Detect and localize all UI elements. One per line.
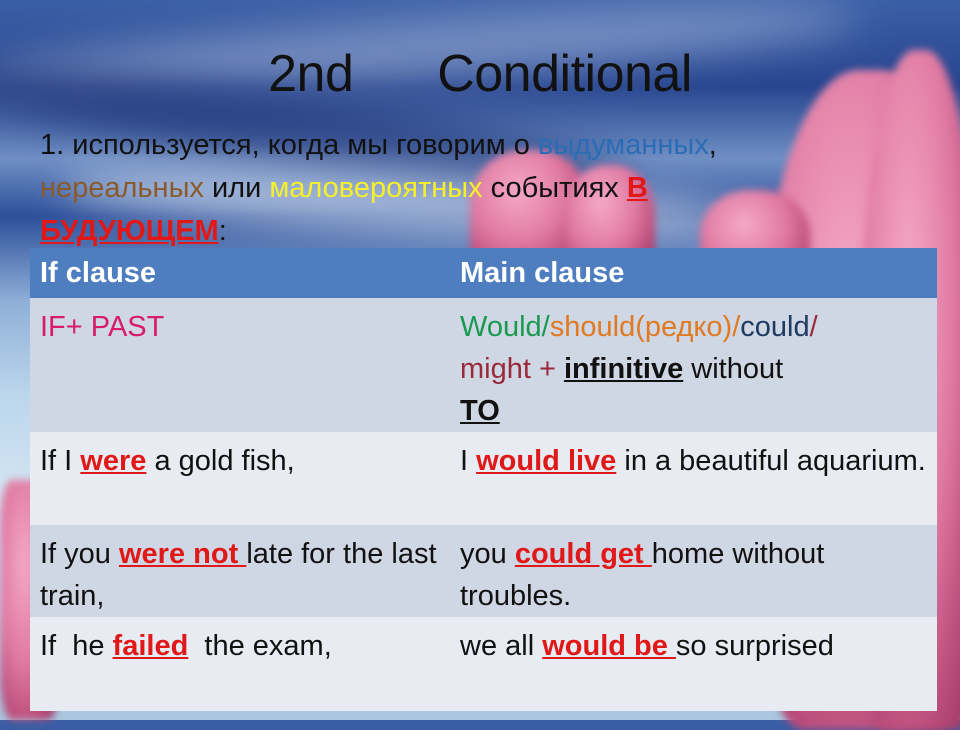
formula-if-cell: IF+ PAST [30,298,450,432]
keyword-in: В [626,172,648,204]
modal-might: might + [460,353,564,385]
modal-would: Would/ [460,311,550,343]
keyword-future: БУДУЮЩЕМ [40,215,219,247]
example-main-cell: we all would be so surprised [450,617,937,711]
highlighted-verb: would live [476,445,617,477]
header-main-clause: Main clause [450,248,937,298]
rule-text: событиях [482,172,627,204]
formula-text: without [683,353,784,385]
modal-could: could [740,311,810,343]
rule-text: или [203,172,270,204]
highlighted-verb: would be [542,630,676,662]
example-text: in a beautiful aquarium. [616,445,926,477]
table-header-row: If clause Main clause [30,248,937,298]
rule-text: : [218,215,227,247]
example-text: you [460,538,515,570]
example-if-cell: If he failed the exam, [30,617,450,711]
keyword-unreal: нереальных [40,172,204,204]
example-text: a gold fish, [146,445,295,477]
modal-should: should(редко)/ [549,311,741,343]
example-text: If you [40,538,119,570]
keyword-fictional: выдуманных [537,129,709,161]
example-text: we all [460,630,543,662]
rule-text: , [708,129,717,161]
rule-text: используется, когда мы говорим о [64,129,538,161]
rule-number: 1. [40,129,65,161]
example-text: the exam, [188,630,332,662]
header-if-clause: If clause [30,248,450,298]
formula-main-cell: Would/should(редко)/could/ might + infini… [450,298,937,432]
table-row: If I were a gold fish, I would live in a… [30,432,937,525]
example-text: so surprised [675,630,834,662]
slide-title: 2nd Conditional [268,45,692,103]
example-text: If he [40,630,113,662]
formula-if-past: IF+ PAST [40,311,165,343]
conditional-table: If clause Main clause IF+ PAST Would/sho… [30,248,937,711]
example-if-cell: If you were not late for the last train, [30,525,450,617]
formula-row: IF+ PAST Would/should(редко)/could/ might… [30,298,937,432]
keyword-unlikely: маловероятных [269,172,483,204]
example-text: If I [40,445,81,477]
keyword-infinitive: infinitive [563,353,684,385]
highlighted-verb: failed [112,630,189,662]
highlighted-verb: could get [514,538,652,570]
table-row: If he failed the exam, we all would be s… [30,617,937,711]
modal-separator: / [809,311,818,343]
keyword-to: TO [460,395,500,427]
highlighted-verb: were [80,445,147,477]
example-if-cell: If I were a gold fish, [30,432,450,525]
highlighted-verb: were not [119,538,247,570]
table-row: If you were not late for the last train,… [30,525,937,617]
example-main-cell: I would live in a beautiful aquarium. [450,432,937,525]
example-main-cell: you could get home without troubles. [450,525,937,617]
example-text: I [460,445,477,477]
rule-description: 1. используется, когда мы говорим о выду… [40,124,940,253]
